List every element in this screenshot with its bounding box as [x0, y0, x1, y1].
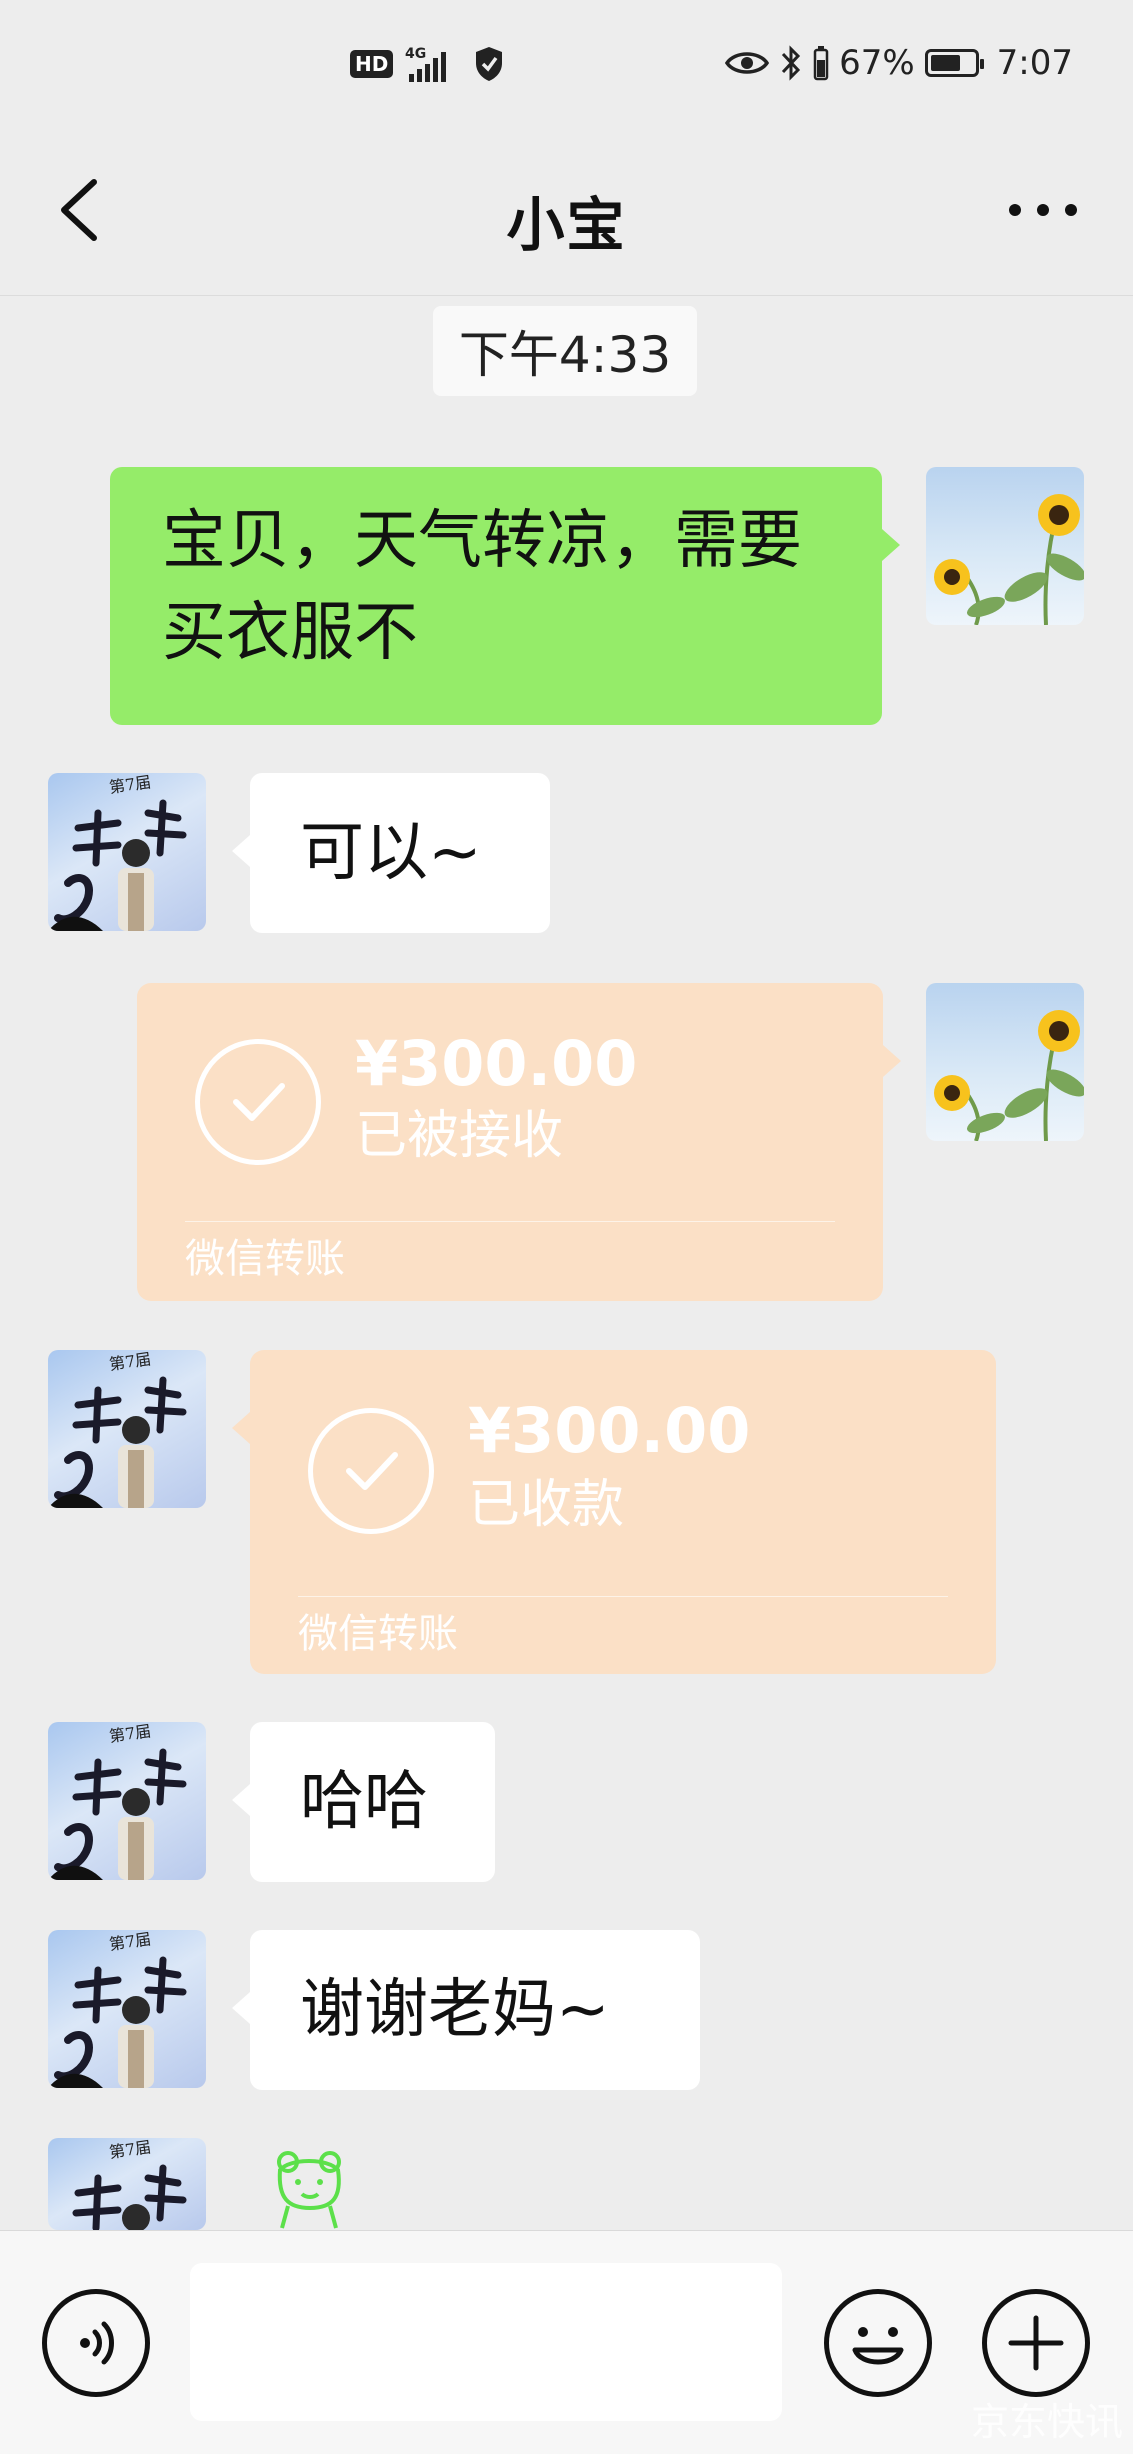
transfer-status: 已被接收: [355, 1106, 564, 1166]
status-indicators: HD 4G: [350, 42, 505, 86]
transfer-amount: ¥300.00: [468, 1394, 751, 1467]
status-bar: HD 4G 67% 7:07: [0, 0, 1133, 130]
avatar-other[interactable]: 第7届: [48, 2138, 206, 2230]
message-text: 宝贝，天气转凉，需要买衣服不: [162, 504, 802, 670]
svg-text:第7届: 第7届: [108, 1350, 152, 1374]
person-avatar-icon: 第7届: [48, 773, 187, 931]
person-avatar-icon: 第7届: [48, 1722, 187, 1880]
more-functions-button[interactable]: [982, 2289, 1090, 2397]
message-text: 可以~: [300, 816, 482, 890]
battery-percent: 67%: [839, 43, 915, 83]
avatar-other[interactable]: 第7届: [48, 1722, 206, 1880]
network-type: 4G: [405, 46, 426, 62]
smiley-icon: [852, 2327, 904, 2365]
emoji-button[interactable]: [824, 2289, 932, 2397]
person-avatar-icon: 第7届: [48, 1930, 187, 2088]
transfer-label: 微信转账: [185, 1236, 345, 1282]
message-input[interactable]: [190, 2263, 782, 2421]
sunflower-avatar-icon: [934, 1010, 1084, 1141]
signal-icon: 4G: [405, 46, 447, 82]
message-timestamp: 下午4:33: [433, 306, 697, 396]
message-bubble-other[interactable]: 谢谢老妈~: [232, 1930, 700, 2090]
transfer-label: 微信转账: [298, 1611, 458, 1657]
svg-text:第7届: 第7届: [108, 2138, 152, 2162]
avatar-other[interactable]: 第7届: [48, 1930, 206, 2088]
transfer-card-other[interactable]: ¥300.00 已收款 微信转账: [232, 1350, 996, 1674]
svg-text:第7届: 第7届: [108, 1722, 152, 1746]
message-bubble-other[interactable]: 可以~: [232, 773, 550, 933]
shield-icon: [476, 47, 503, 81]
avatar-self[interactable]: [926, 467, 1084, 625]
person-avatar-icon: 第7届: [48, 1350, 187, 1508]
message-text: 谢谢老妈~: [300, 1973, 610, 2047]
chat-header: 小宝: [0, 130, 1133, 296]
transfer-divider: [185, 1221, 835, 1222]
sunflower-avatar-icon: [934, 494, 1084, 625]
check-circle-icon: [308, 1408, 434, 1534]
voice-input-button[interactable]: [42, 2289, 150, 2397]
person-avatar-icon: 第7届: [72, 2138, 187, 2230]
input-bar: 京东快讯: [0, 2230, 1133, 2454]
svg-text:第7届: 第7届: [108, 1930, 152, 1954]
check-circle-icon: [195, 1039, 321, 1165]
watermark: 京东快讯: [970, 2400, 1123, 2444]
sticker-message[interactable]: [268, 2148, 358, 2230]
transfer-divider: [298, 1596, 948, 1597]
plus-icon: [1008, 2315, 1064, 2371]
transfer-amount: ¥300.00: [355, 1027, 638, 1100]
battery-icon: [924, 49, 984, 77]
transfer-card-self[interactable]: ¥300.00 已被接收 微信转账: [137, 983, 901, 1301]
more-icon: [1009, 204, 1077, 216]
bluetooth-icon: [781, 45, 801, 81]
chat-title: 小宝: [506, 191, 627, 259]
avatar-self[interactable]: [926, 983, 1084, 1141]
status-right: 67% 7:07: [725, 38, 1073, 88]
green-bear-sticker-icon: [277, 2151, 341, 2229]
message-bubble-other[interactable]: 哈哈: [232, 1722, 495, 1882]
more-options-button[interactable]: [1003, 185, 1083, 235]
battery-small-icon: [813, 46, 829, 81]
message-bubble-self[interactable]: 宝贝，天气转凉，需要买衣服不: [110, 467, 900, 725]
avatar-other[interactable]: 第7届: [48, 773, 206, 931]
voice-icon: [80, 2321, 114, 2365]
transfer-status: 已收款: [468, 1475, 625, 1535]
eye-icon: [725, 52, 770, 74]
clock: 7:07: [996, 43, 1073, 83]
hd-badge: HD: [350, 50, 394, 78]
svg-text:第7届: 第7届: [108, 773, 152, 797]
avatar-other[interactable]: 第7届: [48, 1350, 206, 1508]
message-text: 哈哈: [300, 1765, 428, 1839]
